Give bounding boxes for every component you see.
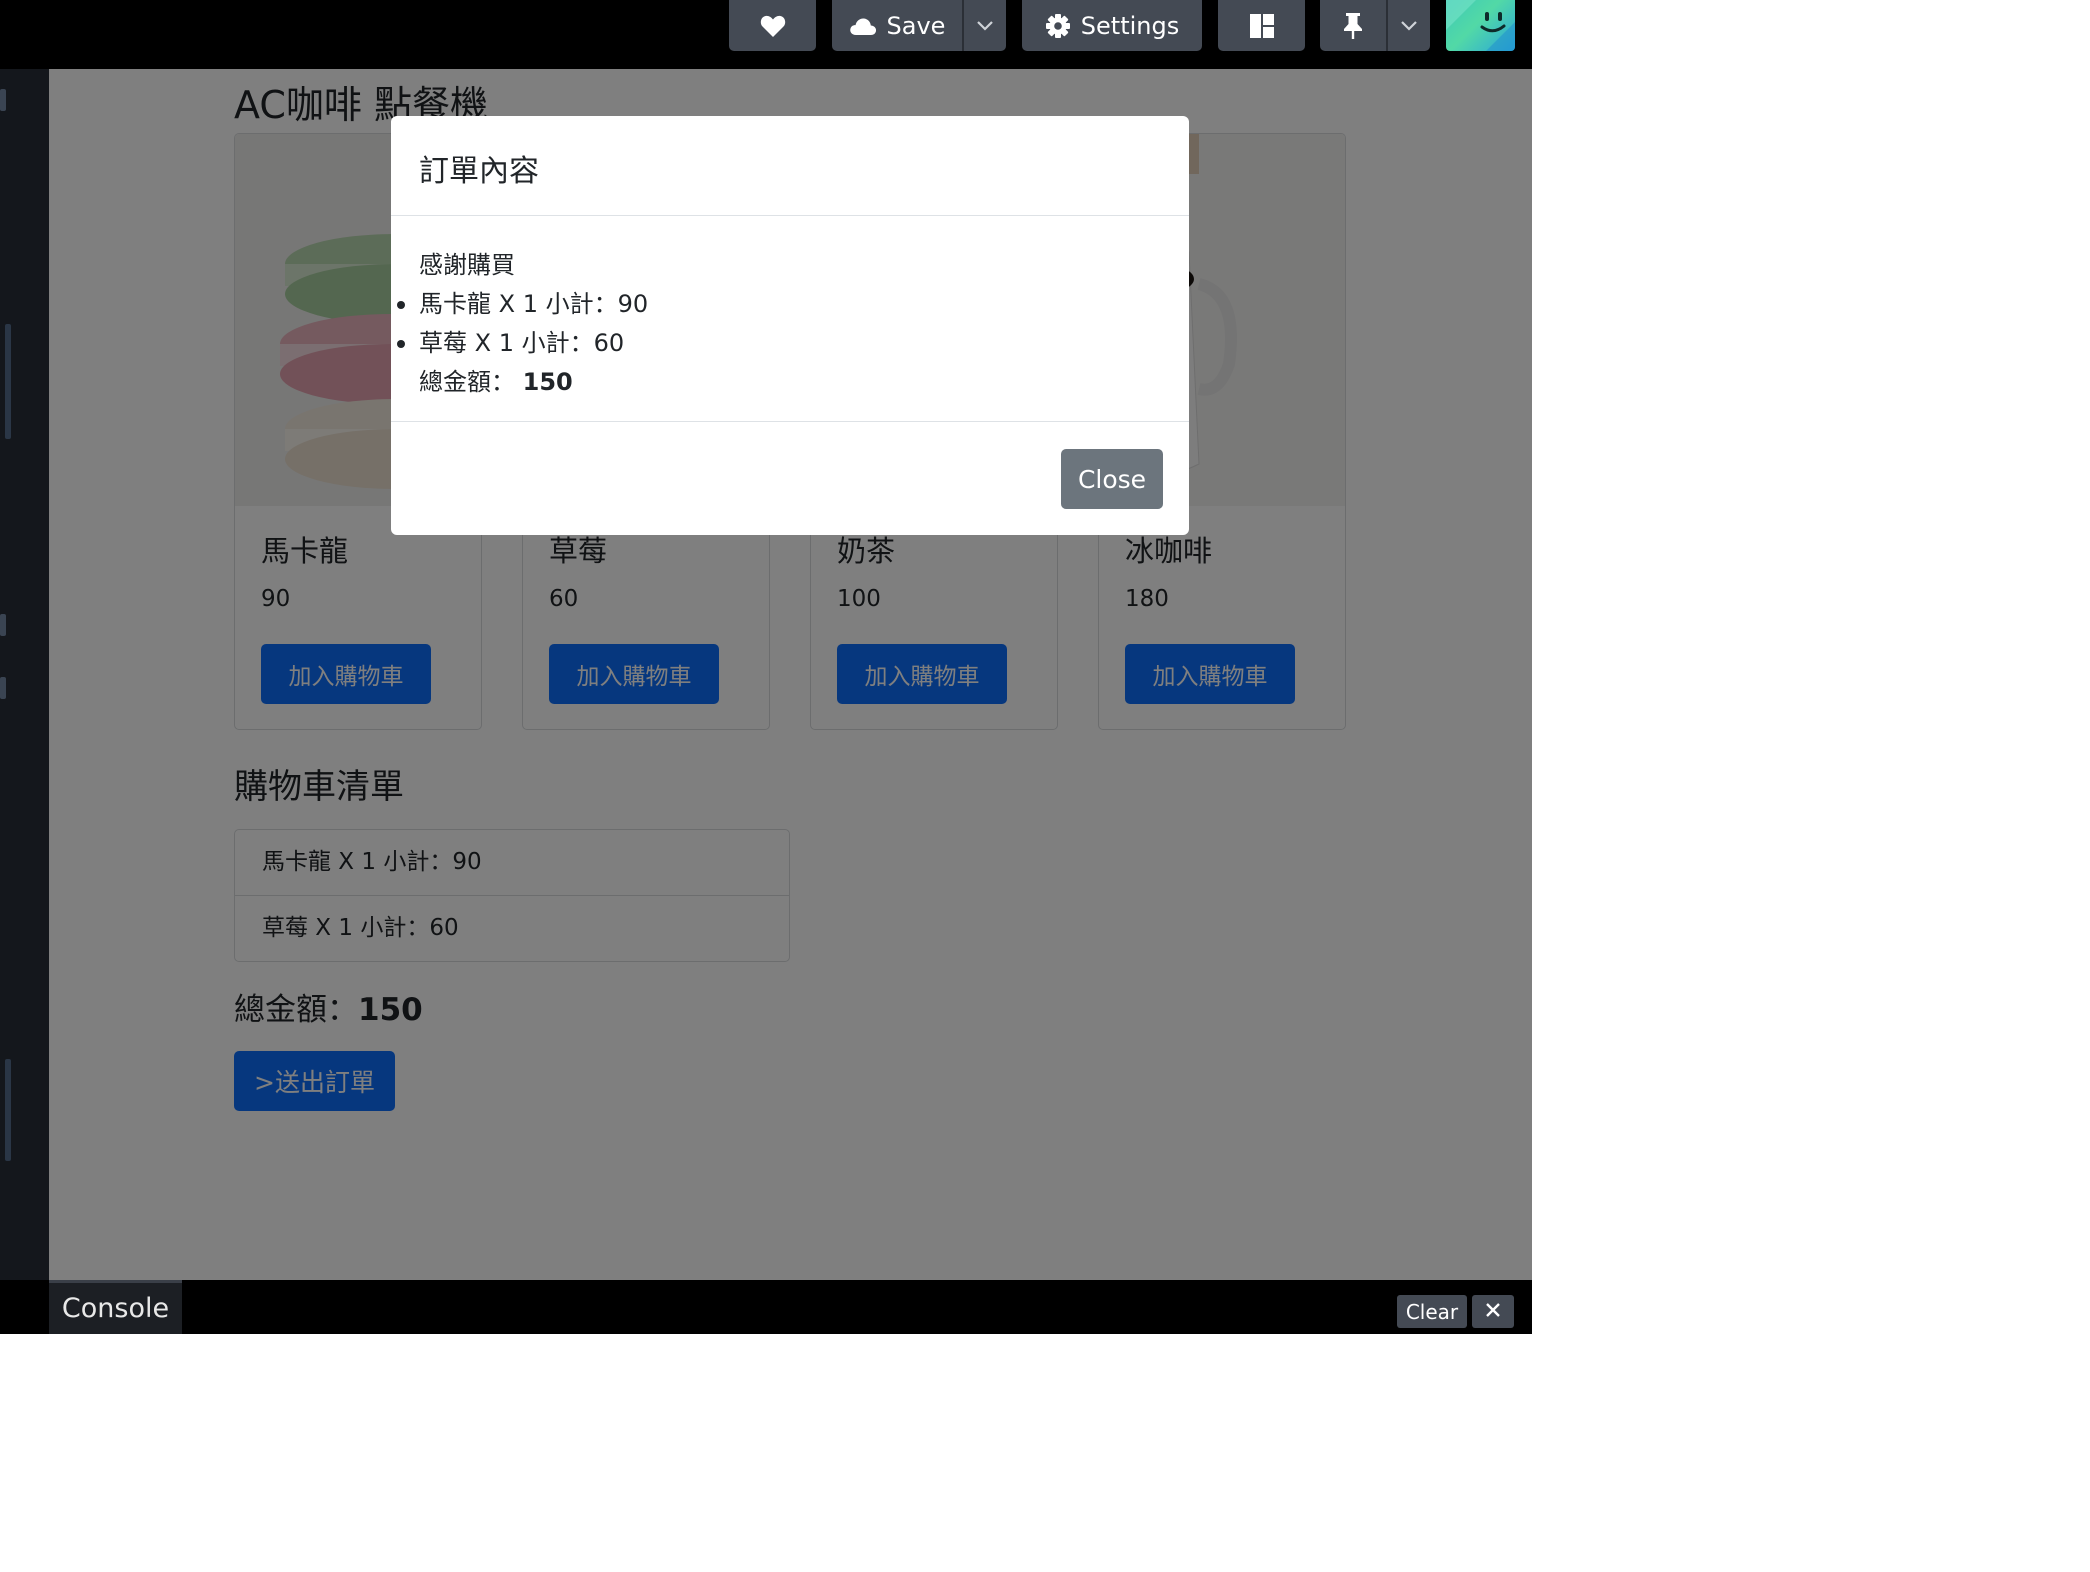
rail-marker (0, 89, 6, 111)
layout-button[interactable] (1218, 0, 1305, 51)
order-total: 總金額： 150 (419, 363, 1159, 402)
save-button[interactable]: Save (832, 0, 962, 51)
code-editor-window: Save Settings 訂單內容 感謝購買 馬卡龍 X 1 小計：90 草莓… (0, 0, 1532, 1334)
modal-body: 感謝購買 馬卡龍 X 1 小計：90 草莓 X 1 小計：60 總金額： 150 (397, 246, 1159, 402)
rail-marker (0, 677, 6, 699)
modal-footer: Close (391, 421, 1189, 535)
settings-label: Settings (1080, 11, 1180, 40)
order-total-label: 總金額： (419, 368, 515, 396)
avatar[interactable] (1446, 0, 1515, 51)
rail-marker (0, 614, 6, 636)
close-button[interactable]: Close (1061, 449, 1163, 509)
clear-console-button[interactable]: Clear (1397, 1295, 1467, 1328)
modal-header: 訂單內容 (391, 116, 1189, 216)
close-console-button[interactable] (1472, 1295, 1514, 1328)
like-button[interactable] (729, 0, 816, 51)
rail-scroll-marker[interactable] (5, 1059, 11, 1161)
chevron-down-icon (977, 20, 993, 31)
settings-button[interactable]: Settings (1022, 0, 1202, 51)
console-tab[interactable]: Console (49, 1280, 182, 1334)
heart-icon (760, 14, 786, 38)
order-total-value: 150 (522, 368, 573, 396)
order-item: 馬卡龍 X 1 小計：90 (397, 285, 1159, 324)
cloud-icon (849, 16, 877, 36)
layout-icon (1249, 13, 1275, 39)
editor-toolbar: Save Settings (0, 0, 1532, 69)
pin-icon (1342, 12, 1364, 40)
modal-title: 訂單內容 (419, 154, 539, 189)
pin-options-dropdown[interactable] (1388, 0, 1430, 51)
order-item: 草莓 X 1 小計：60 (397, 324, 1159, 363)
console-bar: Console Clear (0, 1280, 1532, 1334)
order-items: 馬卡龍 X 1 小計：90 草莓 X 1 小計：60 (397, 285, 1159, 363)
thanks-message: 感謝購買 (419, 251, 515, 279)
pin-button[interactable] (1320, 0, 1386, 51)
smiley-face-icon (1446, 0, 1515, 51)
order-modal: 訂單內容 感謝購買 馬卡龍 X 1 小計：90 草莓 X 1 小計：60 總金額… (391, 116, 1189, 535)
chevron-down-icon (1401, 20, 1417, 31)
save-label: Save (886, 11, 946, 40)
gear-icon (1045, 13, 1071, 39)
result-preview: AC咖啡 點餐機 馬卡龍 (49, 69, 1532, 1280)
close-icon (1485, 1302, 1501, 1322)
rail-scroll-marker[interactable] (5, 324, 11, 439)
editor-left-rail (0, 69, 49, 1280)
save-options-dropdown[interactable] (964, 0, 1006, 51)
